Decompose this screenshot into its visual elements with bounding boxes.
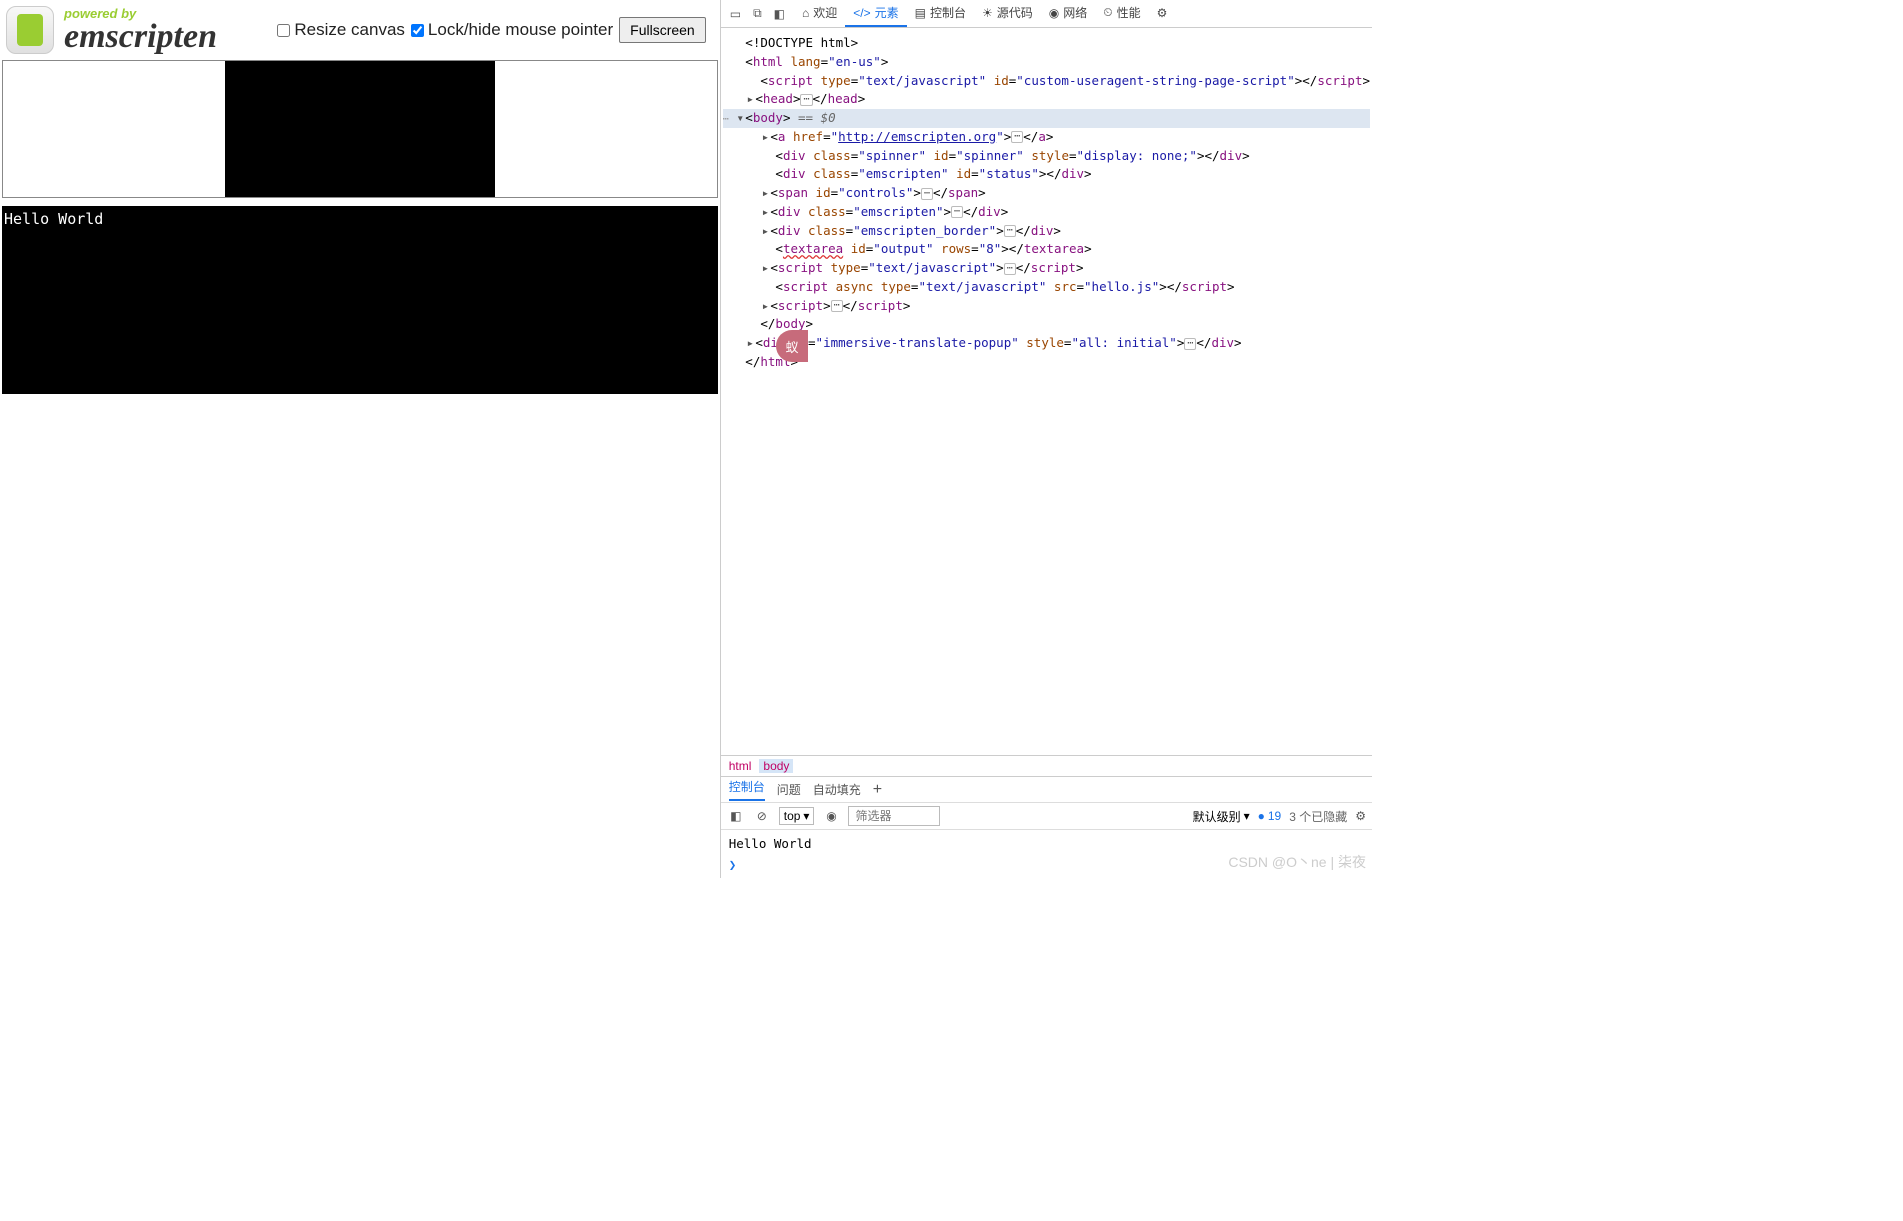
page-content: powered by emscripten Resize canvas Lock… bbox=[0, 0, 721, 878]
output-textarea[interactable]: Hello World bbox=[2, 206, 718, 394]
canvas[interactable] bbox=[225, 61, 495, 197]
log-level-selector[interactable]: 默认级别▾ bbox=[1193, 808, 1250, 825]
breadcrumb[interactable]: html body bbox=[721, 755, 1372, 776]
inspect-icon[interactable]: ▭ bbox=[725, 3, 746, 25]
hidden-count[interactable]: 3 个已隐藏 bbox=[1289, 808, 1347, 825]
breadcrumb-body[interactable]: body bbox=[759, 759, 793, 773]
drawer-tab-console[interactable]: 控制台 bbox=[729, 778, 765, 801]
emscripten-logo-icon bbox=[6, 6, 54, 54]
tab-network[interactable]: ◉网络 bbox=[1041, 0, 1096, 27]
tab-sources[interactable]: ☀源代码 bbox=[974, 0, 1041, 27]
dock-side-icon[interactable]: ◧ bbox=[769, 3, 790, 25]
sidebar-toggle-icon[interactable]: ◧ bbox=[727, 807, 745, 825]
console-filter-input[interactable] bbox=[848, 806, 940, 826]
clear-console-icon[interactable]: ⊘ bbox=[753, 807, 771, 825]
tab-console[interactable]: ▤控制台 bbox=[907, 0, 974, 27]
lock-mouse-checkbox[interactable]: Lock/hide mouse pointer bbox=[411, 20, 613, 40]
add-drawer-tab-icon[interactable]: + bbox=[873, 781, 882, 799]
drawer-tab-autofill[interactable]: 自动填充 bbox=[813, 781, 861, 798]
tab-welcome[interactable]: ⌂欢迎 bbox=[794, 0, 845, 27]
resize-checkbox-input[interactable] bbox=[277, 24, 290, 37]
brand-text: powered by emscripten bbox=[64, 7, 217, 54]
controls: Resize canvas Lock/hide mouse pointer Fu… bbox=[277, 17, 709, 43]
console-settings-icon[interactable]: ⚙ bbox=[1355, 809, 1366, 823]
message-count[interactable]: ●19 bbox=[1258, 809, 1282, 823]
tab-more[interactable]: ⚙ bbox=[1149, 2, 1176, 26]
dom-tree[interactable]: <!DOCTYPE html> <html lang="en-us"> <scr… bbox=[721, 28, 1372, 755]
live-expression-icon[interactable]: ◉ bbox=[822, 807, 840, 825]
drawer-tabs: 控制台 问题 自动填充 + bbox=[721, 776, 1372, 802]
watermark: CSDN @O丶ne | 柒夜 bbox=[1228, 852, 1366, 872]
fullscreen-button[interactable]: Fullscreen bbox=[619, 17, 706, 43]
console-toolbar: ◧ ⊘ top▾ ◉ 默认级别▾ ●19 3 个已隐藏 ⚙ bbox=[721, 802, 1372, 830]
translate-badge[interactable]: 蚁 bbox=[776, 330, 808, 362]
page-header: powered by emscripten Resize canvas Lock… bbox=[0, 0, 720, 60]
resize-canvas-checkbox[interactable]: Resize canvas bbox=[277, 20, 405, 40]
console-log-line: Hello World bbox=[729, 836, 1364, 851]
tab-elements[interactable]: </>元素 bbox=[845, 0, 906, 27]
tab-performance[interactable]: ⏲性能 bbox=[1095, 0, 1148, 27]
dom-selected-body[interactable]: ⋯ ▾<body> == $0 bbox=[723, 109, 1370, 128]
breadcrumb-html[interactable]: html bbox=[729, 759, 752, 773]
devtools-tabs: ▭ ⧉ ◧ ⌂欢迎 </>元素 ▤控制台 ☀源代码 ◉网络 ⏲性能 ⚙ bbox=[721, 0, 1372, 28]
drawer-tab-issues[interactable]: 问题 bbox=[777, 781, 801, 798]
brand-name: emscripten bbox=[64, 20, 217, 54]
device-toolbar-icon[interactable]: ⧉ bbox=[748, 2, 767, 25]
devtools-panel: ▭ ⧉ ◧ ⌂欢迎 </>元素 ▤控制台 ☀源代码 ◉网络 ⏲性能 ⚙ <!DO… bbox=[721, 0, 1372, 878]
lock-checkbox-input[interactable] bbox=[411, 24, 424, 37]
canvas-container bbox=[2, 60, 718, 198]
context-selector[interactable]: top▾ bbox=[779, 807, 815, 825]
